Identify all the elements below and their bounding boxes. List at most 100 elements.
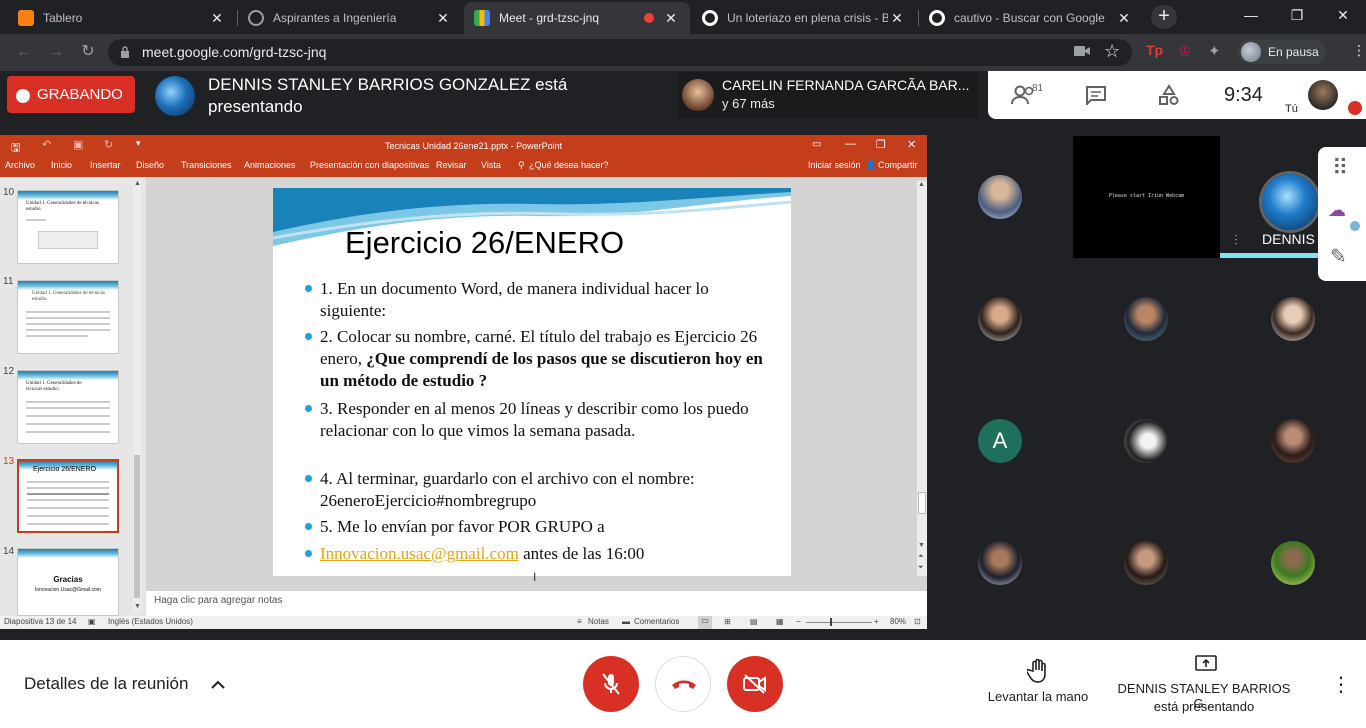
start-presentation-icon[interactable]: ▣ xyxy=(73,138,83,151)
participant-tile-avatar[interactable] xyxy=(978,541,1022,585)
participant-tile-avatar[interactable] xyxy=(978,297,1022,341)
ribbon-tab-revisar[interactable]: Revisar xyxy=(436,160,467,170)
forward-arrow-icon[interactable]: → xyxy=(46,42,66,62)
next-slide-icon[interactable]: ⏷ xyxy=(918,564,924,572)
minimize-button[interactable]: — xyxy=(1228,0,1274,30)
zoom-slider-track[interactable] xyxy=(806,622,872,623)
restore-button[interactable]: ❐ xyxy=(1274,0,1320,30)
tab-loteriazo[interactable]: Un loteriazo en plena crisis - Bu ✕ xyxy=(692,2,916,34)
ribbon-tab-archivo[interactable]: Archivo xyxy=(5,160,35,170)
ppt-minimize-button[interactable]: — xyxy=(845,138,856,150)
slideshow-view-icon[interactable]: ▦ xyxy=(776,617,784,626)
ribbon-tab-transiciones[interactable]: Transiciones xyxy=(181,160,232,170)
activities-icon[interactable] xyxy=(1158,84,1180,106)
scroll-up-arrow-icon[interactable]: ▲ xyxy=(134,180,141,187)
ppt-close-button[interactable]: ✕ xyxy=(907,138,916,151)
chevron-up-icon[interactable] xyxy=(210,678,226,690)
slide-scrollbar-thumb[interactable] xyxy=(918,492,926,514)
share-button[interactable]: Compartir xyxy=(878,160,918,170)
whiteboard-pen-icon[interactable]: ✎ xyxy=(1330,244,1347,269)
tab-cautivo[interactable]: cautivo - Buscar con Google ✕ xyxy=(919,2,1143,34)
tab-aspirantes[interactable]: Aspirantes a Ingeniería ✕ xyxy=(238,2,462,34)
meeting-details-button[interactable]: Detalles de la reunión xyxy=(24,674,188,694)
back-arrow-icon[interactable]: ← xyxy=(14,42,34,62)
reading-view-icon[interactable]: ▤ xyxy=(750,617,758,626)
undo-icon[interactable]: ↶ xyxy=(42,138,51,151)
tab-tablero[interactable]: Tablero ✕ xyxy=(8,2,236,34)
zoom-out-icon[interactable]: − xyxy=(796,617,801,626)
participant-tile-avatar[interactable] xyxy=(1271,541,1315,585)
camera-toggle-button[interactable] xyxy=(727,656,783,712)
tab-title: Tablero xyxy=(43,11,83,25)
ribbon-tab-diseno[interactable]: Diseño xyxy=(136,160,164,170)
email-link[interactable]: Innovacion.usac@gmail.com xyxy=(320,544,519,563)
slide-scrollbar[interactable] xyxy=(917,181,927,576)
tell-me-search[interactable]: ¿Qué desea hacer? xyxy=(529,160,609,170)
participant-tile-avatar[interactable] xyxy=(1124,541,1168,585)
bookmark-star-icon[interactable]: ☆ xyxy=(1104,41,1120,62)
fit-slide-icon[interactable]: ⊡ xyxy=(914,617,921,626)
participant-tile-avatar[interactable] xyxy=(1124,297,1168,341)
slide-thumbnail-14[interactable]: Gracias Innovacion.Usac@Gmail.com xyxy=(17,548,119,616)
close-window-button[interactable]: ✕ xyxy=(1320,0,1366,30)
chrome-menu-icon[interactable]: ⋮ xyxy=(1352,42,1366,59)
signin-link[interactable]: Iniciar sesión xyxy=(808,160,861,170)
self-avatar[interactable] xyxy=(1308,80,1338,110)
participant-tile-avatar[interactable] xyxy=(1271,297,1315,341)
ppt-restore-button[interactable]: ❐ xyxy=(876,138,886,151)
close-tab-icon[interactable]: ✕ xyxy=(434,10,452,27)
participant-initial-avatar[interactable]: A xyxy=(978,419,1022,463)
moodle-icon xyxy=(18,10,34,26)
quick-access-menu-icon[interactable]: ▾ xyxy=(136,138,141,149)
spelling-icon[interactable]: ▣ xyxy=(88,617,96,626)
extensions-puzzle-icon[interactable]: ✦ xyxy=(1208,42,1221,60)
new-tab-button[interactable]: + xyxy=(1151,5,1177,29)
camera-indicator-icon[interactable] xyxy=(1074,45,1090,57)
zoom-slider-thumb[interactable] xyxy=(830,618,832,626)
status-language[interactable]: Inglés (Estados Unidos) xyxy=(108,617,193,626)
present-screen-icon[interactable] xyxy=(1195,655,1217,673)
ribbon-tab-inicio[interactable]: Inicio xyxy=(51,160,72,170)
apps-grid-icon[interactable]: ⠿ xyxy=(1332,157,1348,179)
previous-slide-icon[interactable]: ⏶ xyxy=(918,553,924,561)
normal-view-icon[interactable]: ▭ xyxy=(698,616,712,629)
zoom-level[interactable]: 80% xyxy=(890,617,906,626)
mic-toggle-button[interactable] xyxy=(583,656,639,712)
weather-effects-icon[interactable]: ☁ xyxy=(1328,200,1346,221)
tab-meet[interactable]: Meet - grd-tzsc-jnq ✕ xyxy=(464,2,690,34)
redo-icon[interactable]: ↻ xyxy=(104,138,113,151)
notes-toggle-button[interactable]: Notas xyxy=(588,617,609,626)
close-tab-icon[interactable]: ✕ xyxy=(1115,10,1133,27)
close-tab-icon[interactable]: ✕ xyxy=(888,10,906,27)
ribbon-tab-vista[interactable]: Vista xyxy=(481,160,501,170)
reload-icon[interactable]: ↻ xyxy=(78,42,98,62)
slide-thumbnail-10[interactable]: Unidad 1. Generalidades de técnicas estu… xyxy=(17,190,119,264)
participant-tile-avatar[interactable] xyxy=(978,175,1022,219)
slide-thumbnail-11[interactable]: Unidad 1. Generalidades de técnicas estu… xyxy=(17,280,119,354)
scroll-up-arrow-icon[interactable]: ▲ xyxy=(918,181,925,188)
scroll-down-arrow-icon[interactable]: ▼ xyxy=(134,603,141,610)
ribbon-tab-animaciones[interactable]: Animaciones xyxy=(244,160,296,170)
participant-tile-avatar[interactable] xyxy=(1271,419,1315,463)
scroll-down-arrow-icon[interactable]: ▼ xyxy=(918,542,925,549)
raise-hand-label[interactable]: Levantar la mano xyxy=(978,689,1098,704)
close-tab-icon[interactable]: ✕ xyxy=(208,10,226,27)
chat-icon[interactable] xyxy=(1085,85,1107,105)
extension-crown-icon[interactable]: ♔ xyxy=(1178,42,1191,60)
ribbon-display-icon[interactable]: ▭ xyxy=(812,139,821,150)
zoom-in-icon[interactable]: + xyxy=(874,617,879,626)
leave-call-button[interactable] xyxy=(655,656,711,712)
more-options-icon[interactable]: ⋮ xyxy=(1331,672,1351,697)
slide-wave-decoration xyxy=(18,371,118,380)
slide-sorter-icon[interactable]: ⊞ xyxy=(724,617,731,626)
participant-tile-avatar[interactable] xyxy=(1124,419,1168,463)
slide-thumbnail-13-selected[interactable]: Ejercicio 26/ENERO xyxy=(17,459,119,533)
ribbon-tab-presentacion[interactable]: Presentación con diapositivas xyxy=(310,160,429,170)
raise-hand-icon[interactable] xyxy=(1027,658,1049,684)
thumbs-scrollbar-thumb[interactable] xyxy=(134,455,140,598)
ribbon-tab-insertar[interactable]: Insertar xyxy=(90,160,121,170)
close-tab-icon[interactable]: ✕ xyxy=(662,10,680,27)
slide-thumbnail-12[interactable]: Unidad 1. Generalidades de técnicas estu… xyxy=(17,370,119,444)
comments-button[interactable]: Comentarios xyxy=(634,617,679,626)
extension-translate-icon[interactable]: Tp xyxy=(1146,42,1163,58)
